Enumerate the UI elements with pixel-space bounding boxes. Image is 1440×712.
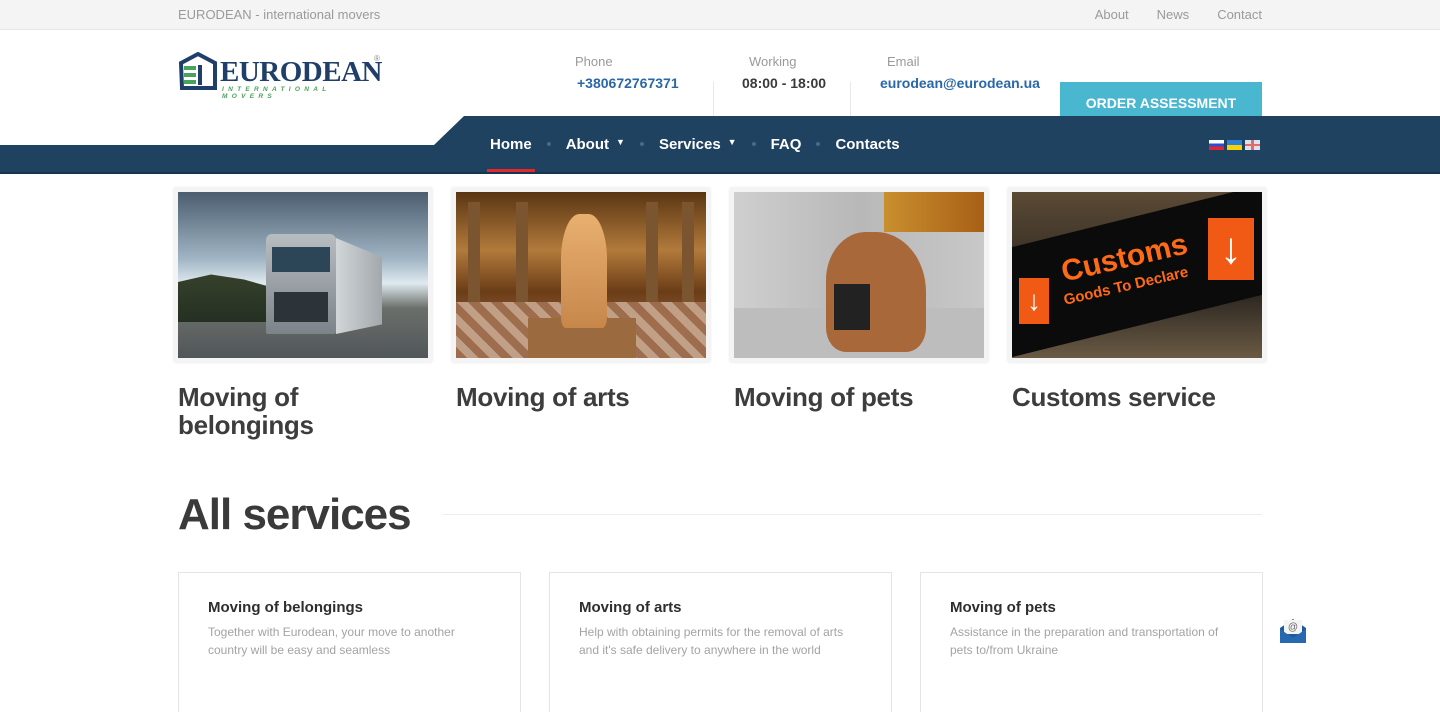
- registered-mark: ®: [374, 54, 380, 63]
- statue-image: [456, 192, 706, 358]
- site-tagline: EURODEAN - international movers: [178, 7, 381, 22]
- contact-working-hours: Working 08:00 - 18:00: [742, 54, 826, 91]
- email-link[interactable]: eurodean@eurodean.ua: [880, 75, 1040, 91]
- arrow-down-icon: [1208, 218, 1254, 280]
- feature-title: Moving of pets: [734, 382, 914, 412]
- nav-item-label: About: [565, 135, 610, 153]
- nav-item-about[interactable]: About ▼: [563, 116, 628, 172]
- feature-title: Moving of arts: [456, 382, 630, 412]
- contact-email: Email eurodean@eurodean.ua: [880, 54, 1040, 91]
- feature-cards: Moving of belongings Moving of arts Movi…: [174, 188, 1266, 439]
- truck-image: [178, 192, 428, 358]
- arrow-down-icon: [1019, 278, 1049, 324]
- service-card[interactable]: Moving of belongings Together with Eurod…: [178, 572, 521, 712]
- feature-title: Moving of belongings: [178, 382, 314, 440]
- language-switcher: [1209, 140, 1260, 150]
- flag-ukraine-icon[interactable]: [1227, 140, 1242, 150]
- service-cards: Moving of belongings Together with Eurod…: [178, 572, 1263, 712]
- nav-bottom-border: [0, 172, 1440, 174]
- dog-image: [734, 192, 984, 358]
- feature-card-customs[interactable]: Customs Goods To Declare Customs service: [1008, 188, 1266, 439]
- nav-item-label: FAQ: [770, 135, 802, 153]
- flag-uk-icon[interactable]: [1245, 140, 1260, 150]
- svg-text:@: @: [1288, 622, 1298, 633]
- top-bar: EURODEAN - international movers About Ne…: [0, 0, 1440, 30]
- caret-down-icon: ▼: [616, 137, 625, 147]
- logo-subtitle: INTERNATIONAL MOVERS: [222, 86, 331, 100]
- mail-widget-button[interactable]: @: [1278, 617, 1308, 645]
- logo-brand: EURODEAN: [220, 56, 382, 88]
- service-description: Assistance in the preparation and transp…: [950, 625, 1219, 657]
- service-description: Help with obtaining permits for the remo…: [579, 625, 844, 657]
- contact-phone: Phone +380672767371: [575, 54, 679, 91]
- nav-item-home[interactable]: Home: [487, 116, 535, 172]
- customs-sign-image: Customs Goods To Declare: [1012, 192, 1262, 358]
- feature-card-belongings[interactable]: Moving of belongings: [174, 188, 432, 439]
- working-hours: 08:00 - 18:00: [742, 75, 827, 91]
- service-title: Moving of belongings: [208, 599, 363, 616]
- service-card[interactable]: Moving of pets Assistance in the prepara…: [920, 572, 1263, 712]
- nav-item-faq[interactable]: FAQ: [768, 116, 805, 172]
- nav-item-contacts[interactable]: Contacts: [832, 116, 902, 172]
- feature-title: Customs service: [1012, 382, 1216, 412]
- feature-image-frame: [730, 188, 988, 362]
- feature-image-frame: [452, 188, 710, 362]
- divider: [713, 82, 714, 120]
- phone-label: Phone: [575, 54, 613, 69]
- service-description: Together with Eurodean, your move to ano…: [208, 625, 455, 657]
- mail-envelope-icon: @: [1280, 619, 1306, 643]
- divider: [850, 82, 851, 120]
- section-divider: [443, 514, 1262, 515]
- flag-russia-icon[interactable]: [1209, 140, 1224, 150]
- feature-image-frame: Customs Goods To Declare: [1008, 188, 1266, 362]
- nav-menu: Home About ▼ Services ▼ FAQ Contacts: [487, 116, 903, 172]
- service-title: Moving of pets: [950, 599, 1056, 616]
- service-card[interactable]: Moving of arts Help with obtaining permi…: [549, 572, 892, 712]
- top-links: About News Contact: [1095, 7, 1262, 22]
- logo-house-icon: [178, 52, 217, 90]
- nav-item-label: Services: [658, 135, 721, 153]
- nav-separator-dot: [546, 142, 551, 146]
- service-title: Moving of arts: [579, 599, 682, 616]
- phone-link[interactable]: +380672767371: [577, 75, 679, 91]
- nav-item-label: Contacts: [835, 135, 900, 153]
- nav-item-label: Home: [490, 135, 532, 153]
- section-title: All services: [178, 490, 412, 539]
- email-label: Email: [887, 54, 920, 69]
- main-nav: Home About ▼ Services ▼ FAQ Contacts: [0, 116, 1440, 174]
- working-label: Working: [749, 54, 797, 69]
- caret-down-icon: ▼: [727, 137, 737, 147]
- nav-band: [0, 145, 440, 174]
- logo[interactable]: EURODEAN ® INTERNATIONAL MOVERS: [178, 52, 384, 100]
- top-link-about[interactable]: About: [1095, 7, 1129, 22]
- top-link-news[interactable]: News: [1157, 7, 1190, 22]
- feature-card-arts[interactable]: Moving of arts: [452, 188, 710, 439]
- feature-card-pets[interactable]: Moving of pets: [730, 188, 988, 439]
- nav-item-services[interactable]: Services ▼: [656, 116, 740, 172]
- nav-separator-dot: [816, 142, 821, 146]
- nav-separator-dot: [751, 142, 756, 146]
- feature-image-frame: [174, 188, 432, 362]
- top-link-contact[interactable]: Contact: [1217, 7, 1262, 22]
- nav-separator-dot: [639, 142, 644, 146]
- header: EURODEAN ® INTERNATIONAL MOVERS Phone +3…: [0, 30, 1440, 125]
